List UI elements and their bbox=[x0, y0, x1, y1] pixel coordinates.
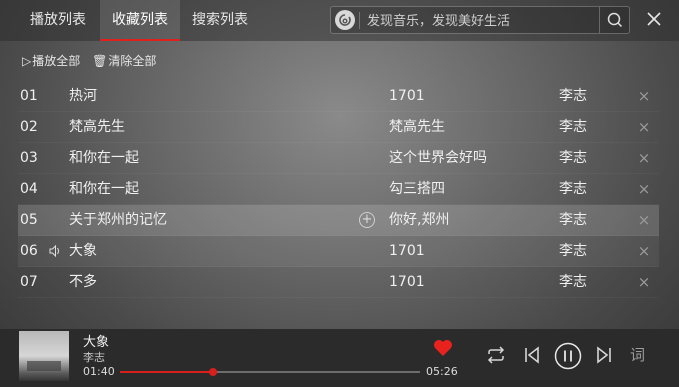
song-artist: 李志 bbox=[559, 274, 587, 290]
next-button[interactable] bbox=[595, 345, 613, 365]
progress-bar[interactable] bbox=[120, 368, 420, 376]
table-row[interactable]: 04 和你在一起 勾三搭四 李志 × bbox=[18, 174, 659, 205]
close-icon bbox=[647, 12, 661, 26]
song-title: 关于郑州的记忆 bbox=[69, 212, 167, 228]
song-number: 05 bbox=[20, 212, 38, 228]
tab-favorites[interactable]: 收藏列表 bbox=[100, 0, 180, 41]
song-title: 大象 bbox=[69, 243, 97, 259]
song-title: 不多 bbox=[69, 274, 97, 290]
play-all-button[interactable]: ▷播放全部 bbox=[22, 52, 80, 69]
song-artist: 李志 bbox=[559, 181, 587, 197]
close-button[interactable] bbox=[643, 8, 665, 30]
song-title: 热河 bbox=[69, 88, 97, 104]
now-playing-title: 大象 bbox=[83, 335, 110, 350]
now-playing-artist: 李志 bbox=[83, 351, 105, 364]
song-title: 梵高先生 bbox=[69, 119, 125, 135]
table-row[interactable]: 06 大象 1701 李志 × bbox=[18, 236, 659, 267]
song-album: 你好,郑州 bbox=[389, 212, 450, 228]
song-artist: 李志 bbox=[559, 88, 587, 104]
add-icon[interactable]: + bbox=[359, 212, 375, 228]
table-row[interactable]: 01 热河 1701 李志 × bbox=[18, 81, 659, 112]
delete-icon[interactable]: × bbox=[636, 174, 652, 204]
progress-fill bbox=[120, 371, 213, 373]
clear-all-label: 清除全部 bbox=[108, 54, 157, 68]
search-box bbox=[330, 6, 630, 34]
song-album: 1701 bbox=[389, 274, 425, 290]
song-album: 勾三搭四 bbox=[389, 181, 445, 197]
total-time: 05:26 bbox=[426, 365, 458, 378]
song-number: 01 bbox=[20, 88, 38, 104]
song-number: 03 bbox=[20, 150, 38, 166]
delete-icon[interactable]: × bbox=[636, 236, 652, 266]
tab-search-list[interactable]: 搜索列表 bbox=[184, 0, 256, 41]
pause-button[interactable] bbox=[554, 342, 582, 370]
song-number: 04 bbox=[20, 181, 38, 197]
like-button[interactable] bbox=[432, 338, 454, 358]
album-cover[interactable] bbox=[19, 331, 69, 381]
heart-icon bbox=[434, 340, 452, 356]
prev-icon bbox=[525, 346, 539, 364]
song-number: 02 bbox=[20, 119, 38, 135]
song-title: 和你在一起 bbox=[69, 150, 139, 166]
pause-icon bbox=[554, 342, 582, 370]
current-time: 01:40 bbox=[83, 365, 115, 378]
player-window: 播放列表 收藏列表 搜索列表 ▷播放全部 🗑清除全部 01 热河 bbox=[0, 0, 679, 387]
delete-icon[interactable]: × bbox=[636, 205, 652, 235]
song-artist: 李志 bbox=[559, 150, 587, 166]
trash-icon: 🗑 bbox=[92, 54, 108, 68]
loop-icon bbox=[487, 346, 505, 364]
progress-handle[interactable] bbox=[209, 368, 217, 376]
song-album: 1701 bbox=[389, 88, 425, 104]
song-number: 07 bbox=[20, 274, 38, 290]
song-artist: 李志 bbox=[559, 243, 587, 259]
search-button[interactable] bbox=[600, 7, 630, 33]
top-bar: 播放列表 收藏列表 搜索列表 bbox=[0, 0, 679, 41]
song-album: 这个世界会好吗 bbox=[389, 150, 487, 166]
netease-logo-icon bbox=[335, 10, 355, 30]
loop-button[interactable] bbox=[485, 345, 507, 365]
previous-button[interactable] bbox=[523, 345, 541, 365]
delete-icon[interactable]: × bbox=[636, 267, 652, 297]
song-artist: 李志 bbox=[559, 212, 587, 228]
search-icon bbox=[607, 12, 623, 28]
delete-icon[interactable]: × bbox=[636, 143, 652, 173]
play-all-label: 播放全部 bbox=[32, 54, 81, 68]
list-actions: ▷播放全部 🗑清除全部 bbox=[22, 52, 164, 69]
song-list: 01 热河 1701 李志 × 02 梵高先生 梵高先生 李志 × 03 和你在… bbox=[18, 81, 659, 298]
table-row[interactable]: 02 梵高先生 梵高先生 李志 × bbox=[18, 112, 659, 143]
divider bbox=[359, 12, 360, 29]
play-icon: ▷ bbox=[22, 54, 32, 68]
lyrics-button[interactable]: 词 bbox=[630, 344, 645, 365]
table-row[interactable]: 05 关于郑州的记忆 + 你好,郑州 李志 × bbox=[18, 205, 659, 236]
table-row[interactable]: 03 和你在一起 这个世界会好吗 李志 × bbox=[18, 143, 659, 174]
delete-icon[interactable]: × bbox=[636, 112, 652, 142]
tab-play-list[interactable]: 播放列表 bbox=[20, 0, 96, 41]
clear-all-button[interactable]: 🗑清除全部 bbox=[92, 52, 156, 69]
delete-icon[interactable]: × bbox=[636, 81, 652, 111]
next-icon bbox=[597, 346, 611, 364]
search-input[interactable] bbox=[365, 10, 597, 32]
player-bar: 大象 李志 01:40 05:26 词 bbox=[0, 329, 679, 387]
song-artist: 李志 bbox=[559, 119, 587, 135]
song-title: 和你在一起 bbox=[69, 181, 139, 197]
song-album: 梵高先生 bbox=[389, 119, 445, 135]
song-album: 1701 bbox=[389, 243, 425, 259]
table-row[interactable]: 07 不多 1701 李志 × bbox=[18, 267, 659, 298]
